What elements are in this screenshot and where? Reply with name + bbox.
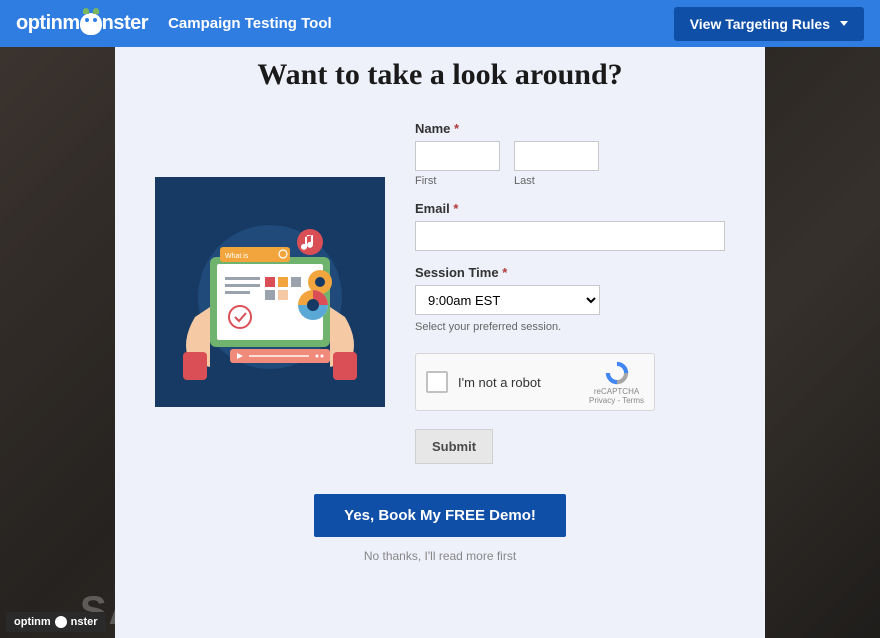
session-field: Session Time * 9:00am EST Select your pr…	[415, 265, 725, 333]
view-rules-label: View Targeting Rules	[690, 16, 830, 32]
required-marker: *	[502, 265, 507, 280]
modal-grid: What is	[155, 121, 725, 464]
view-targeting-rules-button[interactable]: View Targeting Rules	[674, 7, 864, 41]
brand-logo[interactable]: optinm nster	[16, 12, 148, 35]
topbar: optinm nster Campaign Testing Tool View …	[0, 0, 880, 47]
no-thanks-link[interactable]: No thanks, I'll read more first	[364, 549, 516, 563]
email-label: Email *	[415, 201, 725, 216]
illustration: What is	[155, 177, 385, 407]
topbar-left: optinm nster Campaign Testing Tool	[16, 12, 332, 35]
required-marker: *	[453, 201, 458, 216]
first-sublabel: First	[415, 175, 500, 187]
name-field: Name * First Last	[415, 121, 725, 187]
session-helper: Select your preferred session.	[415, 321, 725, 333]
recaptcha-label: I'm not a robot	[458, 375, 579, 390]
chevron-down-icon	[840, 21, 848, 26]
first-name-input[interactable]	[415, 141, 500, 171]
monster-icon	[80, 13, 102, 35]
modal-title: Want to take a look around?	[155, 57, 725, 93]
recaptcha-icon	[603, 359, 631, 387]
required-marker: *	[454, 121, 459, 136]
demo-modal: Want to take a look around? What is	[115, 47, 765, 638]
modal-left: What is	[155, 121, 385, 407]
recaptcha-widget: I'm not a robot reCAPTCHA Privacy - Term…	[415, 353, 655, 411]
session-label: Session Time *	[415, 265, 725, 280]
modal-form: Name * First Last Email *	[415, 121, 725, 464]
name-label: Name *	[415, 121, 725, 136]
email-input[interactable]	[415, 221, 725, 251]
svg-text:What is: What is	[225, 253, 249, 260]
optinmonster-badge[interactable]: optinm nster	[6, 612, 106, 632]
monster-icon	[55, 616, 67, 628]
session-select[interactable]: 9:00am EST	[415, 285, 600, 315]
submit-button[interactable]: Submit	[415, 429, 493, 464]
last-sublabel: Last	[514, 175, 599, 187]
cta-row: Yes, Book My FREE Demo! No thanks, I'll …	[155, 494, 725, 563]
email-field-wrap: Email *	[415, 201, 725, 251]
book-demo-button[interactable]: Yes, Book My FREE Demo!	[314, 494, 566, 537]
last-name-input[interactable]	[514, 141, 599, 171]
recaptcha-checkbox[interactable]	[426, 371, 448, 393]
tool-label: Campaign Testing Tool	[168, 15, 332, 32]
recaptcha-badge: reCAPTCHA Privacy - Terms	[589, 359, 644, 405]
